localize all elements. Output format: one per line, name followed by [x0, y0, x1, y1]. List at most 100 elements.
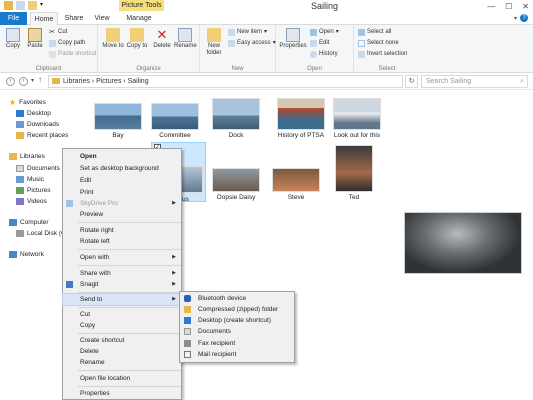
select-all-button[interactable]: Select all: [358, 28, 391, 36]
move-to-button[interactable]: Move to: [102, 28, 124, 50]
snagit-icon: [66, 281, 73, 288]
tab-home[interactable]: Home: [30, 12, 58, 25]
thumbnail-history-of-ptsa[interactable]: History of PTSA: [270, 96, 332, 139]
send-to-mail[interactable]: Mail recipient: [180, 349, 294, 360]
properties-button[interactable]: Properties: [279, 28, 307, 50]
ribbon: Copy Paste ✂ Cut Copy path Paste shortcu…: [0, 25, 533, 73]
menu-item-preview[interactable]: Preview: [63, 209, 181, 220]
paste-shortcut-icon: [49, 50, 56, 58]
menu-item-edit[interactable]: Edit: [63, 175, 181, 186]
menu-item-skydrive-pro[interactable]: SkyDrive Pro ▶: [63, 198, 181, 209]
nav-pictures[interactable]: Pictures: [16, 187, 50, 194]
recent-locations-icon[interactable]: ▾: [31, 77, 34, 84]
chevron-right-icon: ▶: [172, 270, 176, 276]
up-arrow-icon[interactable]: ↑: [38, 75, 42, 84]
photo-thumbnail: [272, 168, 320, 192]
forward-button[interactable]: ›: [19, 77, 28, 86]
thumbnail-look-out-for-this[interactable]: Look out for this: [326, 96, 388, 139]
copy-button[interactable]: Copy: [2, 28, 24, 50]
maximize-button[interactable]: ☐: [505, 2, 512, 11]
chevron-down-icon[interactable]: ▾: [40, 1, 49, 10]
paste-button[interactable]: Paste: [24, 28, 46, 50]
menu-item-delete[interactable]: Delete: [63, 346, 181, 357]
quick-access-toolbar: ▾: [4, 1, 49, 10]
documents-icon: [16, 165, 24, 172]
move-to-icon: [106, 28, 120, 42]
menu-item-snagit[interactable]: Snagit ▶: [63, 279, 181, 290]
menu-item-send-to[interactable]: Send to ▶: [62, 293, 182, 306]
menu-item-copy[interactable]: Copy: [63, 320, 181, 331]
thumbnail-dock[interactable]: Dock: [211, 96, 261, 139]
back-button[interactable]: ‹: [6, 77, 15, 86]
menu-separator: [78, 222, 181, 223]
nav-documents[interactable]: Documents: [16, 165, 60, 172]
menu-item-open-with[interactable]: Open with ▶: [63, 252, 181, 263]
nav-videos[interactable]: Videos: [16, 198, 47, 205]
nav-downloads[interactable]: Downloads: [16, 121, 59, 128]
tab-share[interactable]: Share: [61, 12, 87, 25]
rename-icon: [178, 28, 192, 42]
chevron-right-icon: ▶: [172, 254, 176, 260]
nav-network[interactable]: Network: [9, 251, 44, 258]
new-item-button[interactable]: New item ▾: [228, 28, 267, 36]
thumbnail-ted[interactable]: Ted: [334, 145, 374, 201]
send-to-compressed-folder[interactable]: Compressed (zipped) folder: [180, 304, 294, 315]
menu-item-cut[interactable]: Cut: [63, 309, 181, 320]
open-button[interactable]: Open ▾: [310, 28, 339, 36]
menu-item-rename[interactable]: Rename: [63, 357, 181, 368]
menu-item-print[interactable]: Print: [63, 187, 181, 198]
nav-local-disk[interactable]: Local Disk (C: [16, 230, 66, 237]
rename-button[interactable]: Rename: [174, 28, 197, 50]
new-folder-icon[interactable]: [28, 1, 37, 10]
tab-manage[interactable]: Manage: [121, 12, 157, 25]
nav-computer[interactable]: Computer: [9, 219, 49, 226]
thumbnail-oopsie-daisy[interactable]: Oopsie Daisy: [211, 168, 261, 201]
menu-item-create-shortcut[interactable]: Create shortcut: [63, 335, 181, 346]
refresh-button[interactable]: ↻: [405, 75, 418, 88]
nav-libraries[interactable]: Libraries: [9, 153, 45, 160]
menu-separator: [78, 265, 181, 266]
address-input[interactable]: Libraries › Pictures › Sailing: [48, 75, 403, 88]
delete-button[interactable]: ✕ Delete: [151, 28, 173, 50]
new-folder-button[interactable]: New folder: [203, 28, 225, 57]
invert-selection-button[interactable]: Invert selection: [358, 50, 407, 58]
chevron-right-icon: ▶: [172, 200, 176, 206]
send-to-fax[interactable]: Fax recipient: [180, 338, 294, 349]
menu-item-set-desktop-background[interactable]: Set as desktop background: [63, 163, 181, 174]
minimize-button[interactable]: —: [487, 2, 495, 11]
search-input[interactable]: Search Sailing ⌕: [421, 75, 528, 88]
copy-to-button[interactable]: Copy to: [126, 28, 148, 50]
nav-desktop[interactable]: Desktop: [16, 110, 51, 117]
help-icon[interactable]: ?: [520, 14, 528, 22]
thumbnail-bay[interactable]: Bay: [93, 96, 143, 139]
nav-favorites[interactable]: ★ Favorites: [9, 98, 46, 107]
send-to-documents[interactable]: Documents: [180, 326, 294, 337]
menu-item-open-file-location[interactable]: Open file location: [63, 373, 181, 384]
select-none-button[interactable]: Select none: [358, 39, 399, 47]
paste-shortcut-button[interactable]: Paste shortcut: [49, 50, 96, 58]
menu-item-rotate-right[interactable]: Rotate right: [63, 225, 181, 236]
copy-path-button[interactable]: Copy path: [49, 39, 85, 47]
menu-item-share-with[interactable]: Share with ▶: [63, 268, 181, 279]
select-none-icon: [358, 39, 365, 47]
folder-icon: [52, 78, 60, 84]
cut-button[interactable]: ✂ Cut: [49, 28, 67, 36]
send-to-bluetooth[interactable]: Bluetooth device: [180, 293, 294, 304]
send-to-desktop[interactable]: Desktop (create shortcut): [180, 315, 294, 326]
menu-item-properties[interactable]: Properties: [63, 388, 181, 399]
thumbnail-committee[interactable]: Committee: [150, 96, 200, 139]
tab-view[interactable]: View: [90, 12, 114, 25]
menu-item-open[interactable]: Open: [63, 151, 181, 162]
nav-recent-places[interactable]: Recent places: [16, 132, 68, 139]
menu-item-rotate-left[interactable]: Rotate left: [63, 236, 181, 247]
chevron-right-icon: ▶: [172, 296, 176, 302]
nav-music[interactable]: Music: [16, 176, 44, 183]
easy-access-button[interactable]: Easy access ▾: [228, 39, 276, 47]
edit-button[interactable]: Edit: [310, 39, 329, 47]
thumbnail-steve[interactable]: Steve: [271, 168, 321, 201]
chevron-down-icon[interactable]: ▾: [514, 15, 517, 22]
history-button[interactable]: History: [310, 50, 338, 58]
tab-file[interactable]: File: [0, 12, 27, 25]
properties-icon[interactable]: [16, 1, 25, 10]
close-button[interactable]: ✕: [522, 2, 529, 11]
